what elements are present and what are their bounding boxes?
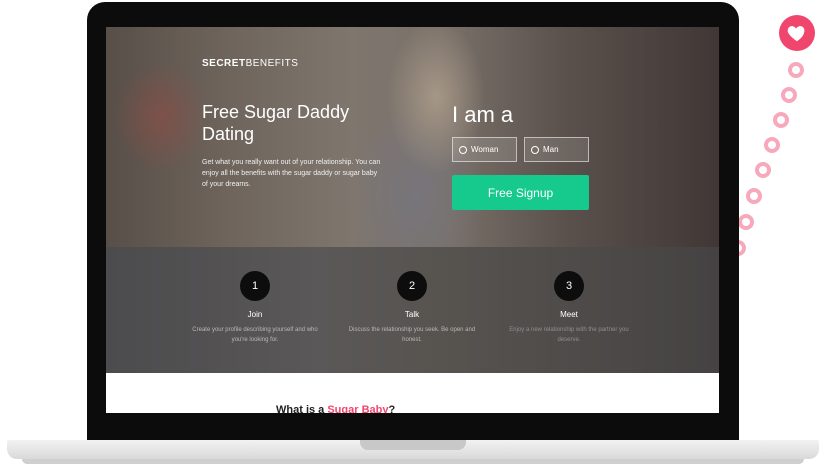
heart-icon	[787, 26, 805, 42]
step-description: Create your profile describing yourself …	[192, 327, 318, 343]
step-number: 2	[397, 271, 427, 301]
hero-section: SECRETBENEFITS Free Sugar Daddy Dating G…	[106, 27, 719, 247]
step-title: Join	[247, 310, 263, 319]
radio-circle-icon	[459, 145, 467, 154]
hero-title: Free Sugar Daddy Dating	[202, 102, 350, 144]
heart-badge	[779, 15, 815, 51]
free-signup-button[interactable]: Free Signup	[452, 175, 589, 210]
signup-heading: I am a	[452, 102, 514, 127]
step-description: Enjoy a new relationship with the partne…	[509, 327, 629, 343]
heading-accent: Sugar Baby	[327, 404, 389, 413]
heading-prefix: What is a	[276, 404, 328, 413]
radio-woman[interactable]: Woman	[452, 137, 517, 162]
hero-description: Get what you really want out of your rel…	[202, 159, 381, 188]
marketing-mockup: SECRETBENEFITS Free Sugar Daddy Dating G…	[0, 0, 825, 464]
how-it-works-section: 1 Join Create your profile describing yo…	[106, 247, 719, 373]
heading-suffix: ?	[388, 404, 396, 413]
laptop-foot	[22, 459, 804, 464]
section-heading: What is a Sugar Baby?	[276, 404, 395, 413]
step-description: Discuss the relationship you seek. Be op…	[348, 327, 476, 343]
laptop-notch	[360, 440, 466, 450]
step-talk: 2 Talk Discuss the relationship you seek…	[347, 271, 477, 345]
step-title: Talk	[404, 310, 420, 319]
site-logo[interactable]: SECRETBENEFITS	[202, 58, 298, 69]
step-number: 3	[554, 271, 584, 301]
radio-woman-label: Woman	[471, 145, 499, 154]
hero-overlay	[106, 27, 719, 247]
logo-light-text: BENEFITS	[245, 58, 299, 69]
logo-bold-text: SECRET	[202, 58, 246, 69]
laptop-screen: SECRETBENEFITS Free Sugar Daddy Dating G…	[106, 27, 719, 413]
radio-circle-icon	[531, 145, 539, 154]
radio-man[interactable]: Man	[524, 137, 589, 162]
step-number: 1	[240, 271, 270, 301]
step-title: Meet	[560, 310, 578, 319]
sugar-baby-section: What is a Sugar Baby?	[106, 373, 719, 413]
radio-man-label: Man	[543, 145, 559, 154]
step-join: 1 Join Create your profile describing yo…	[190, 271, 320, 345]
step-meet: 3 Meet Enjoy a new relationship with the…	[504, 271, 634, 345]
